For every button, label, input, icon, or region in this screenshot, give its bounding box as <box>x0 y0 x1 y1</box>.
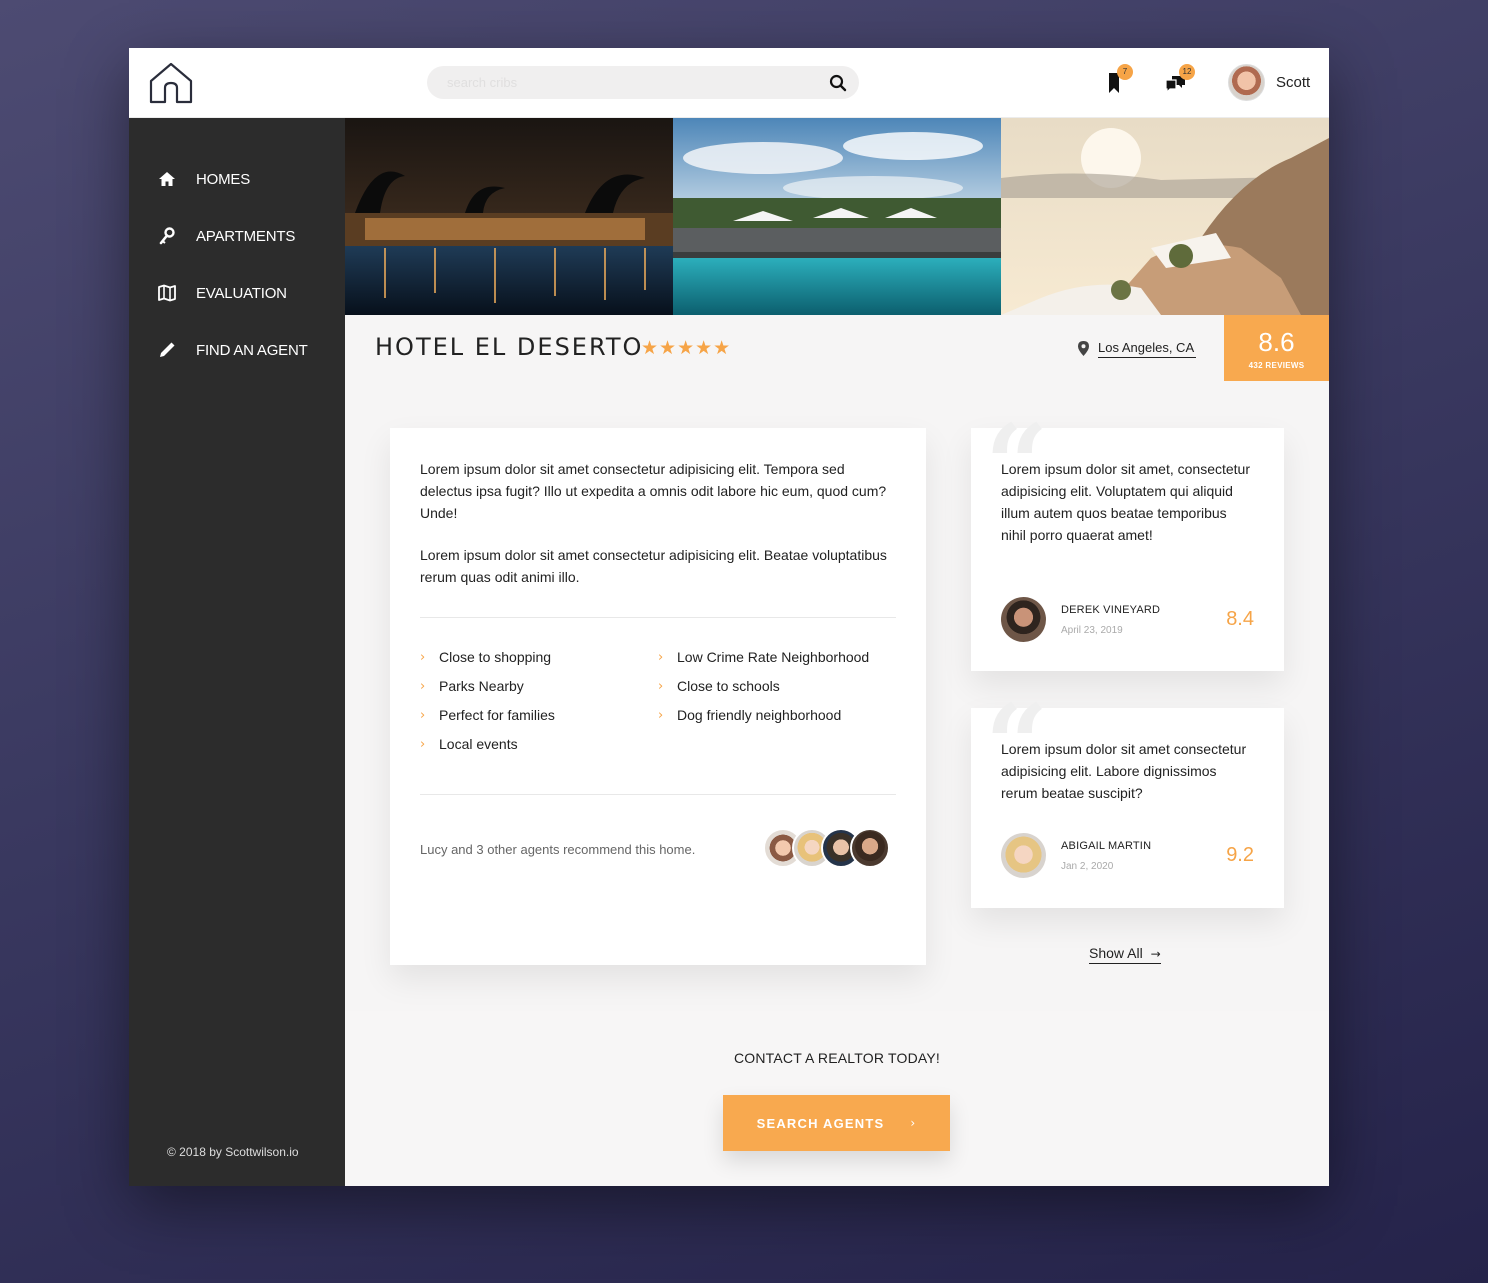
show-all-link[interactable]: Show All → <box>1089 945 1161 964</box>
photo-gallery <box>345 118 1329 315</box>
review-card: “ Lorem ipsum dolor sit amet, consectetu… <box>971 410 1284 671</box>
copyright-text: © 2018 by Scottwilson.io <box>167 1145 299 1159</box>
user-avatar[interactable] <box>1228 64 1265 101</box>
show-all-label: Show All <box>1089 945 1143 961</box>
sidebar-item-label: APARTMENTS <box>196 227 296 245</box>
review-card: “ Lorem ipsum dolor sit amet consectetur… <box>971 690 1284 908</box>
chevron-right-icon: › <box>658 678 664 694</box>
feature-item: › Local events <box>420 736 518 752</box>
sidebar-item-label: HOMES <box>196 170 251 188</box>
divider <box>420 794 896 795</box>
review-date: Jan 2, 2020 <box>1061 861 1114 872</box>
review-score: 8.4 <box>1226 608 1254 630</box>
search-icon[interactable] <box>829 74 847 92</box>
bookmark-count-badge: 7 <box>1117 64 1133 80</box>
reviewer-avatar <box>1001 833 1046 878</box>
review-text: Lorem ipsum dolor sit amet consectetur a… <box>1001 741 1247 801</box>
app-window: 7 12 Scott HOMES APARTMENTS <box>129 48 1329 1186</box>
cta-heading: CONTACT A REALTOR TODAY! <box>733 1050 941 1066</box>
chevron-right-icon: › <box>658 649 664 665</box>
reviewer-name: ABIGAIL MARTIN <box>1061 840 1152 852</box>
key-icon <box>159 227 175 245</box>
contact-cta-section: CONTACT A REALTOR TODAY! SEARCH AGENTS › <box>345 1011 1329 1186</box>
description-paragraph: Lorem ipsum dolor sit amet consectetur a… <box>420 547 887 585</box>
home-icon <box>159 172 175 186</box>
search-agents-button[interactable]: SEARCH AGENTS › <box>723 1095 950 1151</box>
chevron-right-icon: › <box>420 707 426 723</box>
review-score: 9.2 <box>1226 844 1254 866</box>
sidebar-item-label: FIND AN AGENT <box>196 341 308 359</box>
feature-item: › Low Crime Rate Neighborhood <box>658 649 869 665</box>
feature-label: Local events <box>439 736 518 752</box>
search-bar <box>427 66 859 99</box>
overall-score: 8.6 <box>1258 327 1295 357</box>
feature-item: › Dog friendly neighborhood <box>658 707 841 723</box>
listing-title-bar: HOTEL EL DESERTO ★★★★★ Los Angeles, CA 8… <box>345 315 1329 381</box>
description-paragraph: Lorem ipsum dolor sit amet consectetur a… <box>420 461 887 521</box>
feature-label: Low Crime Rate Neighborhood <box>677 649 870 665</box>
feature-label: Dog friendly neighborhood <box>677 707 842 723</box>
sidebar-item-find-agent[interactable]: FIND AN AGENT <box>157 338 308 362</box>
hotel-title: HOTEL EL DESERTO <box>375 333 644 361</box>
pencil-icon <box>160 342 175 357</box>
arrow-right-icon: → <box>1150 947 1161 961</box>
star-rating: ★★★★★ <box>641 338 732 359</box>
feature-label: Close to schools <box>677 678 780 694</box>
agent-recommendation-text: Lucy and 3 other agents recommend this h… <box>420 842 696 857</box>
reviewer-name: DEREK VINEYARD <box>1061 604 1161 616</box>
review-text: Lorem ipsum dolor sit amet, consectetur … <box>1001 461 1250 543</box>
feature-label: Parks Nearby <box>439 678 524 694</box>
review-count[interactable]: 432 REVIEWS <box>1224 361 1329 370</box>
sidebar-item-evaluation[interactable]: EVALUATION <box>157 281 287 305</box>
search-agents-label: SEARCH AGENTS <box>756 1115 885 1131</box>
description-card: Lorem ipsum dolor sit amet consectetur a… <box>390 428 926 965</box>
location-link[interactable]: Los Angeles, CA <box>1098 340 1197 358</box>
sidebar: HOMES APARTMENTS EVALUATION FIND AN AGEN… <box>129 118 345 1186</box>
gallery-photo-day-pool[interactable] <box>673 118 1001 315</box>
reviewer-avatar <box>1001 597 1046 642</box>
feature-item: › Parks Nearby <box>420 678 524 694</box>
chevron-right-icon: › <box>420 678 426 694</box>
top-header: 7 12 Scott <box>129 48 1329 118</box>
house-logo-icon[interactable] <box>148 61 194 105</box>
overall-score-box: 8.6 432 REVIEWS <box>1224 315 1329 381</box>
message-count-badge: 12 <box>1179 64 1195 80</box>
feature-item: › Close to shopping <box>420 649 551 665</box>
search-input[interactable] <box>447 66 817 99</box>
chevron-right-icon: › <box>910 1116 917 1130</box>
divider <box>420 617 896 618</box>
map-icon <box>158 284 176 302</box>
feature-label: Perfect for families <box>439 707 555 723</box>
feature-item: › Perfect for families <box>420 707 555 723</box>
chevron-right-icon: › <box>658 707 664 723</box>
chevron-right-icon: › <box>420 649 426 665</box>
user-name[interactable]: Scott <box>1276 74 1310 91</box>
agent-avatar[interactable] <box>850 828 890 868</box>
feature-item: › Close to schools <box>658 678 780 694</box>
sidebar-item-label: EVALUATION <box>196 284 287 302</box>
sidebar-item-apartments[interactable]: APARTMENTS <box>157 224 295 248</box>
sidebar-item-homes[interactable]: HOMES <box>157 167 250 191</box>
location-pin-icon <box>1078 341 1089 356</box>
gallery-photo-cliff-terrace[interactable] <box>1001 118 1329 315</box>
feature-label: Close to shopping <box>439 649 552 665</box>
gallery-photo-night-pool[interactable] <box>345 118 673 315</box>
review-date: April 23, 2019 <box>1061 625 1123 636</box>
chevron-right-icon: › <box>420 736 426 752</box>
